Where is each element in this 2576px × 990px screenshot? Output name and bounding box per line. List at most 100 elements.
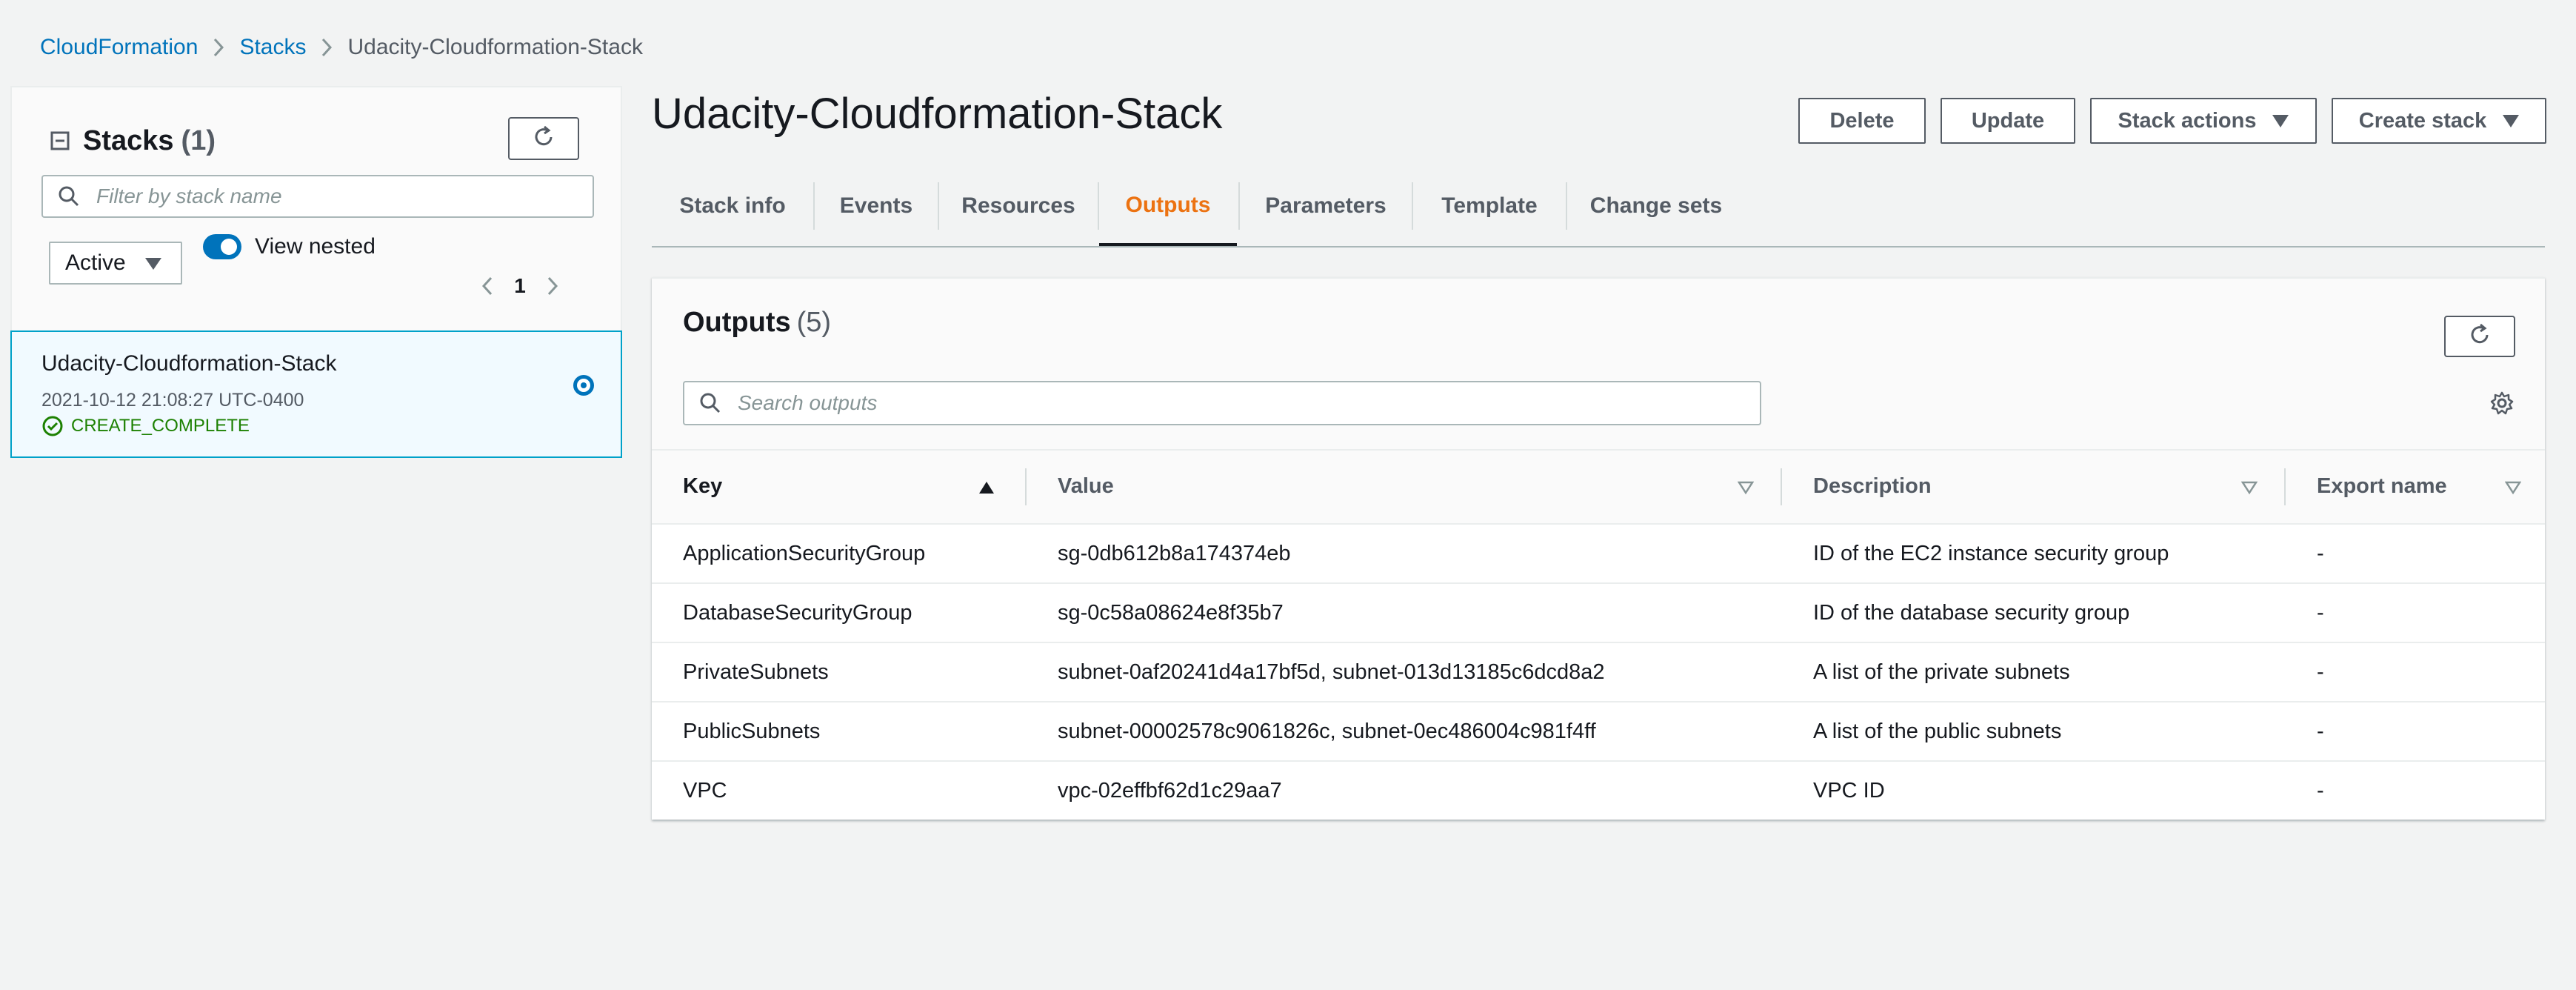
refresh-stacks-button[interactable] bbox=[508, 117, 579, 160]
refresh-icon bbox=[531, 124, 556, 153]
column-header-export-name-label: Export name bbox=[2317, 474, 2447, 498]
chevron-right-icon bbox=[198, 31, 239, 64]
check-circle-icon bbox=[42, 416, 63, 436]
view-nested-label: View nested bbox=[255, 234, 376, 259]
tab-resources[interactable]: Resources bbox=[939, 167, 1098, 245]
breadcrumb-cloudformation[interactable]: CloudFormation bbox=[40, 35, 198, 60]
table-row: PublicSubnets subnet-00002578c9061826c, … bbox=[652, 702, 2545, 762]
output-key: PrivateSubnets bbox=[652, 642, 1027, 702]
output-value: vpc-02effbf62d1c29aa7 bbox=[1058, 778, 1282, 803]
stack-status-text: CREATE_COMPLETE bbox=[71, 416, 250, 436]
output-export-name: - bbox=[2286, 642, 2545, 702]
outputs-title: Outputs (5) bbox=[683, 307, 831, 339]
stack-actions-label: Stack actions bbox=[2118, 108, 2257, 133]
output-description: ID of the database security group bbox=[1782, 583, 2286, 643]
column-header-description[interactable]: Description bbox=[1782, 449, 2286, 525]
sort-icon bbox=[1738, 481, 1754, 495]
output-key: DatabaseSecurityGroup bbox=[652, 583, 1027, 643]
view-nested-toggle[interactable] bbox=[203, 234, 241, 259]
breadcrumb: CloudFormation Stacks Udacity-Cloudforma… bbox=[40, 31, 643, 64]
filter-stacks-input[interactable] bbox=[95, 184, 572, 209]
status-filter-value: Active bbox=[65, 250, 126, 275]
stacks-heading: Stacks (1) bbox=[50, 120, 216, 162]
breadcrumb-current: Udacity-Cloudformation-Stack bbox=[347, 35, 643, 59]
outputs-header: Outputs (5) bbox=[652, 279, 2545, 449]
output-value: subnet-0af20241d4a17bf5d, subnet-013d131… bbox=[1027, 642, 1782, 702]
search-outputs-input[interactable] bbox=[736, 391, 1739, 416]
stacks-panel-header: Stacks (1) Active View nested 1 bbox=[10, 86, 622, 330]
tab-template[interactable]: Template bbox=[1413, 167, 1566, 245]
output-export-name: - bbox=[2317, 778, 2324, 803]
previous-page-button[interactable] bbox=[471, 270, 504, 302]
create-stack-label: Create stack bbox=[2358, 108, 2487, 133]
breadcrumb-stacks[interactable]: Stacks bbox=[239, 35, 306, 60]
output-value: subnet-00002578c9061826c, subnet-0ec4860… bbox=[1027, 702, 1782, 762]
stack-status: CREATE_COMPLETE bbox=[41, 415, 250, 437]
create-stack-button[interactable]: Create stack bbox=[2332, 98, 2546, 144]
caret-down-icon bbox=[2272, 114, 2289, 127]
status-filter-select[interactable]: Active bbox=[49, 242, 182, 285]
column-header-key[interactable]: Key bbox=[652, 449, 1027, 525]
update-button[interactable]: Update bbox=[1941, 98, 2075, 144]
output-key: ApplicationSecurityGroup bbox=[652, 524, 1027, 584]
search-outputs-field[interactable] bbox=[683, 381, 1761, 425]
stack-name: Udacity-Cloudformation-Stack bbox=[41, 351, 337, 376]
stacks-pagination: 1 bbox=[471, 270, 569, 302]
output-key: PublicSubnets bbox=[652, 702, 1027, 762]
search-icon bbox=[58, 185, 80, 207]
current-page-number[interactable]: 1 bbox=[504, 274, 536, 298]
settings-gear-icon[interactable] bbox=[2489, 390, 2515, 416]
table-row: PrivateSubnets subnet-0af20241d4a17bf5d,… bbox=[652, 642, 2545, 702]
tab-change-sets[interactable]: Change sets bbox=[1567, 167, 1745, 245]
output-value: sg-0c58a08624e8f35b7 bbox=[1027, 583, 1782, 643]
sort-icon bbox=[2241, 481, 2258, 495]
column-header-description-label: Description bbox=[1813, 474, 1932, 498]
stack-actions-button[interactable]: Stack actions bbox=[2090, 98, 2317, 144]
table-row: ApplicationSecurityGroup sg-0db612b8a174… bbox=[652, 524, 2545, 584]
outputs-count: (5) bbox=[796, 307, 832, 338]
tab-stack-info[interactable]: Stack info bbox=[652, 167, 813, 245]
stack-list-item[interactable]: Udacity-Cloudformation-Stack 2021-10-12 … bbox=[10, 330, 622, 458]
column-header-export-name[interactable]: Export name bbox=[2286, 449, 2545, 525]
table-row: DatabaseSecurityGroup sg-0c58a08624e8f35… bbox=[652, 583, 2545, 643]
output-value: sg-0db612b8a174374eb bbox=[1027, 524, 1782, 584]
output-description: A list of the public subnets bbox=[1782, 702, 2286, 762]
caret-down-icon bbox=[2503, 114, 2520, 127]
column-header-key-label: Key bbox=[683, 474, 723, 498]
tab-events[interactable]: Events bbox=[815, 167, 938, 245]
sort-icon bbox=[2505, 481, 2521, 495]
outputs-table: Key Value Description Export name Applic… bbox=[652, 449, 2545, 820]
sort-ascending-icon bbox=[979, 482, 994, 494]
stacks-count: (1) bbox=[181, 124, 216, 156]
outputs-title-text: Outputs bbox=[683, 307, 791, 338]
refresh-outputs-button[interactable] bbox=[2444, 316, 2515, 357]
delete-button[interactable]: Delete bbox=[1798, 98, 1926, 144]
stacks-panel: Stacks (1) Active View nested 1 bbox=[10, 86, 622, 908]
toggle-knob bbox=[221, 239, 237, 255]
stacks-title: Stacks bbox=[83, 124, 174, 156]
refresh-icon bbox=[2467, 322, 2492, 351]
output-export-name: - bbox=[2286, 524, 2545, 584]
output-export-name: - bbox=[2286, 702, 2545, 762]
stack-created-date: 2021-10-12 21:08:27 UTC-0400 bbox=[41, 390, 304, 411]
outputs-panel: Outputs(5) Key bbox=[652, 277, 2545, 820]
tab-outputs[interactable]: Outputs bbox=[1099, 167, 1237, 246]
delete-button-label: Delete bbox=[1829, 108, 1895, 133]
filter-stacks-field[interactable] bbox=[41, 175, 594, 218]
update-button-label: Update bbox=[1971, 108, 2045, 133]
chevron-right-icon bbox=[306, 31, 347, 64]
output-description: ID of the EC2 instance security group bbox=[1782, 524, 2286, 584]
stack-select-radio[interactable] bbox=[573, 375, 594, 396]
output-key: VPC bbox=[683, 778, 727, 803]
stack-tabs: Stack info Events Resources Outputs Para… bbox=[652, 167, 2545, 248]
output-export-name: - bbox=[2286, 583, 2545, 643]
next-page-button[interactable] bbox=[536, 270, 569, 302]
search-icon bbox=[699, 392, 721, 414]
tab-parameters[interactable]: Parameters bbox=[1240, 167, 1412, 245]
table-row: VPC vpc-02effbf62d1c29aa7 VPC ID - bbox=[652, 761, 2545, 820]
column-header-value[interactable]: Value bbox=[1027, 449, 1782, 525]
page-title: Udacity-Cloudformation-Stack bbox=[652, 90, 1223, 138]
collapse-icon[interactable] bbox=[50, 131, 70, 150]
output-description: A list of the private subnets bbox=[1782, 642, 2286, 702]
output-description: VPC ID bbox=[1813, 778, 1885, 803]
